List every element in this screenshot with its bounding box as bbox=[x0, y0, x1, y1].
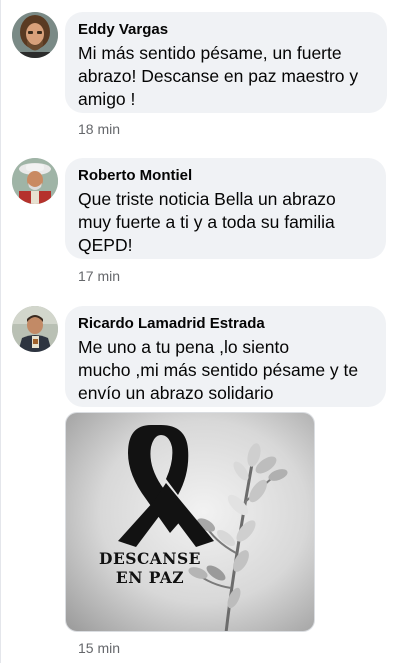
comment-author[interactable]: Roberto Montiel bbox=[78, 167, 372, 185]
comment-timestamp[interactable]: 15 min bbox=[78, 640, 120, 656]
comment-text: Me uno a tu pena ,lo siento mucho ,mi má… bbox=[78, 337, 359, 403]
image-caption: DESCANSE EN PAZ bbox=[99, 549, 201, 587]
mourning-ribbon-image bbox=[66, 413, 314, 631]
comment-author[interactable]: Ricardo Lamadrid Estrada bbox=[78, 315, 372, 333]
comment-timestamp[interactable]: 17 min bbox=[78, 268, 120, 284]
comment-image-attachment[interactable]: DESCANSE EN PAZ bbox=[65, 412, 315, 632]
comment-author[interactable]: Eddy Vargas bbox=[78, 21, 373, 39]
avatar[interactable] bbox=[12, 158, 58, 204]
comment-text: Mi más sentido pésame, un fuerte abrazo!… bbox=[78, 43, 359, 109]
comment-bubble: Eddy Vargas Mi más sentido pésame, un fu… bbox=[65, 12, 387, 113]
comment-text: Que triste noticia Bella un abrazo muy f… bbox=[78, 189, 336, 255]
comment-bubble: Roberto Montiel Que triste noticia Bella… bbox=[65, 158, 386, 259]
avatar[interactable] bbox=[12, 306, 58, 352]
comment-timestamp[interactable]: 18 min bbox=[78, 121, 120, 137]
comment-bubble: Ricardo Lamadrid Estrada Me uno a tu pen… bbox=[65, 306, 386, 407]
thread-reply-line bbox=[0, 0, 1, 663]
avatar[interactable] bbox=[12, 12, 58, 58]
